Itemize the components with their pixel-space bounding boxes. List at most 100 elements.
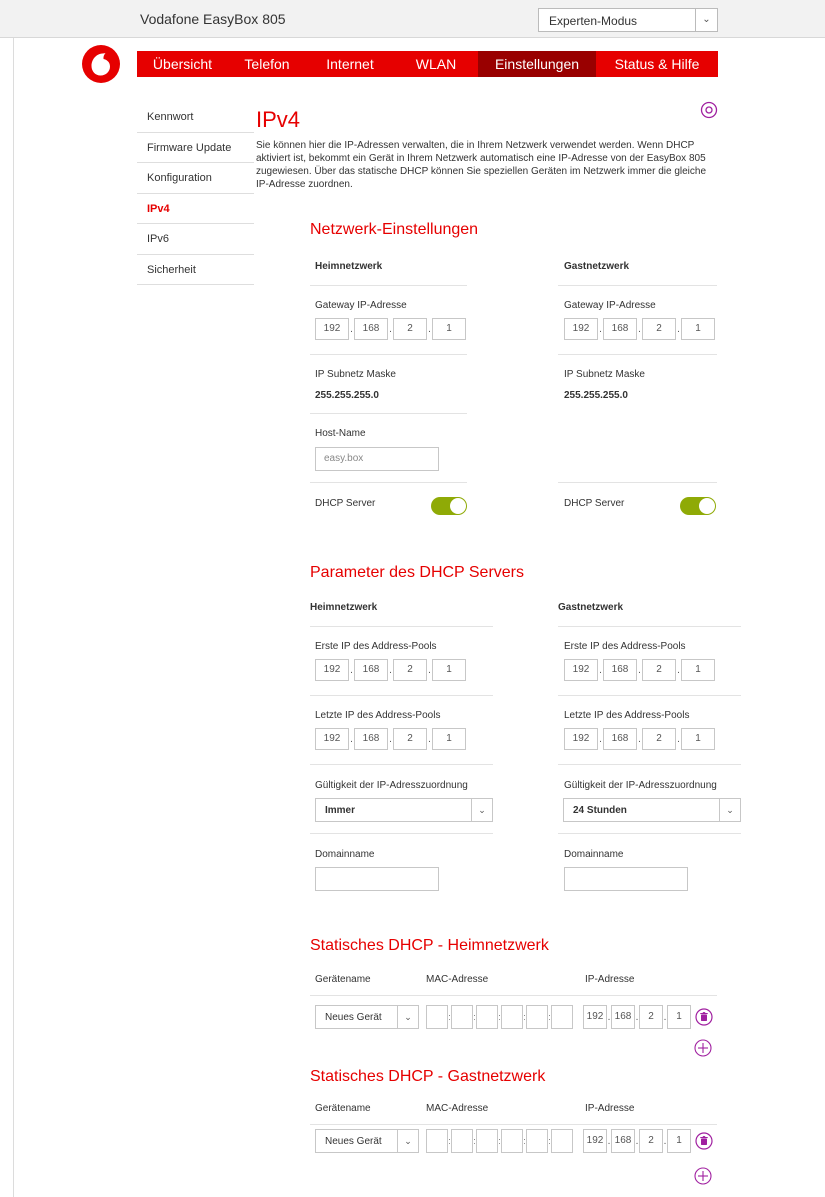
ip-octet-field[interactable]: 168 (611, 1129, 635, 1153)
ip-octet-field[interactable]: 2 (393, 728, 427, 750)
section-title-dhcp: Parameter des DHCP Servers (310, 564, 524, 581)
static-home-device-select[interactable]: Neues Gerät ⌄ (315, 1005, 419, 1029)
sidebar-item-sicherheit[interactable]: Sicherheit (137, 255, 254, 285)
ip-octet-field[interactable]: 1 (667, 1129, 691, 1153)
ip-octet-field[interactable]: 192 (315, 728, 349, 750)
home-subnet-value: 255.255.255.0 (315, 390, 379, 401)
divider (558, 354, 717, 355)
ip-octet-field[interactable]: 2 (639, 1129, 663, 1153)
col-device-name: Gerätename (315, 1103, 371, 1114)
col-ip: IP-Adresse (585, 1103, 635, 1114)
mac-segment-field[interactable] (451, 1005, 473, 1029)
ip-octet-field[interactable]: 168 (354, 659, 388, 681)
ip-octet-field[interactable]: 168 (603, 659, 637, 681)
mac-segment-field[interactable] (501, 1005, 523, 1029)
home-domain-label: Domainname (315, 849, 375, 860)
divider (558, 285, 717, 286)
ip-octet-field[interactable]: 168 (354, 728, 388, 750)
add-icon[interactable] (694, 1167, 712, 1185)
guest-last-ip: 192. 168. 2. 1 (564, 728, 715, 750)
ip-octet-field[interactable]: 1 (681, 318, 715, 340)
ip-octet-field[interactable]: 1 (432, 728, 466, 750)
ip-octet-field[interactable]: 2 (639, 1005, 663, 1029)
sidebar-item-kennwort[interactable]: Kennwort (137, 102, 254, 133)
ip-octet-field[interactable]: 1 (667, 1005, 691, 1029)
divider (558, 482, 717, 483)
nav-telefon[interactable]: Telefon (228, 51, 306, 77)
guest-subnet-value: 255.255.255.0 (564, 390, 628, 401)
sidebar-item-ipv6[interactable]: IPv6 (137, 224, 254, 255)
col-device-name: Gerätename (315, 974, 371, 985)
ip-octet-field[interactable]: 1 (432, 318, 466, 340)
guest-heading: Gastnetzwerk (564, 261, 630, 272)
ip-octet-field[interactable]: 168 (603, 728, 637, 750)
mac-segment-field[interactable] (526, 1005, 548, 1029)
guest-dhcp-toggle[interactable] (680, 497, 716, 515)
help-icon[interactable] (700, 101, 718, 119)
home-dhcp-label: DHCP Server (315, 498, 376, 509)
nav-uebersicht[interactable]: Übersicht (137, 51, 228, 77)
trash-icon[interactable] (695, 1132, 713, 1150)
ip-octet-field[interactable]: 2 (642, 728, 676, 750)
col-mac: MAC-Adresse (426, 974, 489, 985)
trash-icon[interactable] (695, 1008, 713, 1026)
col-mac: MAC-Adresse (426, 1103, 489, 1114)
nav-einstellungen[interactable]: Einstellungen (478, 51, 596, 77)
home-lease-select[interactable]: Immer ⌄ (315, 798, 493, 822)
static-guest-device-select[interactable]: Neues Gerät ⌄ (315, 1129, 419, 1153)
nav-wlan[interactable]: WLAN (394, 51, 478, 77)
main-nav: Übersicht Telefon Internet WLAN Einstell… (137, 51, 718, 77)
nav-status-hilfe[interactable]: Status & Hilfe (596, 51, 718, 77)
mac-segment-field[interactable] (426, 1129, 448, 1153)
ip-octet-field[interactable]: 1 (432, 659, 466, 681)
ip-octet-field[interactable]: 2 (642, 318, 676, 340)
ip-octet-field[interactable]: 192 (564, 728, 598, 750)
divider (558, 626, 741, 627)
mac-segment-field[interactable] (551, 1129, 573, 1153)
chevron-down-icon: ⌄ (397, 1006, 418, 1028)
mac-segment-field[interactable] (526, 1129, 548, 1153)
mac-segment-field[interactable] (551, 1005, 573, 1029)
guest-first-ip: 192. 168. 2. 1 (564, 659, 715, 681)
nav-internet[interactable]: Internet (306, 51, 394, 77)
sidebar-item-firmware-update[interactable]: Firmware Update (137, 133, 254, 163)
chevron-down-icon: ⌄ (471, 799, 492, 821)
divider (310, 626, 493, 627)
static-home-device-value: Neues Gerät (325, 1012, 382, 1023)
ip-octet-field[interactable]: 192 (315, 659, 349, 681)
ip-octet-field[interactable]: 1 (681, 728, 715, 750)
sidebar-item-ipv4[interactable]: IPv4 (137, 194, 254, 224)
ip-octet-field[interactable]: 192 (583, 1129, 607, 1153)
home-domain-input[interactable] (315, 867, 439, 891)
guest-lease-select[interactable]: 24 Stunden ⌄ (563, 798, 741, 822)
guest-domain-input[interactable] (564, 867, 688, 891)
ip-octet-field[interactable]: 168 (603, 318, 637, 340)
mode-select[interactable]: Experten-Modus ⌄ (538, 8, 718, 32)
chevron-down-icon: ⌄ (397, 1130, 418, 1152)
sidebar-item-konfiguration[interactable]: Konfiguration (137, 163, 254, 194)
ip-octet-field[interactable]: 2 (393, 318, 427, 340)
divider (310, 995, 717, 996)
ip-octet-field[interactable]: 168 (354, 318, 388, 340)
ip-octet-field[interactable]: 192 (583, 1005, 607, 1029)
ip-octet-field[interactable]: 2 (393, 659, 427, 681)
home-first-ip: 192. 168. 2. 1 (315, 659, 466, 681)
guest-subnet-label: IP Subnetz Maske (564, 369, 645, 380)
host-name-input[interactable]: easy.box (315, 447, 439, 471)
ip-octet-field[interactable]: 192 (564, 318, 598, 340)
ip-octet-field[interactable]: 1 (681, 659, 715, 681)
home-dhcp-toggle[interactable] (431, 497, 467, 515)
page-title: IPv4 (256, 107, 301, 132)
ip-octet-field[interactable]: 192 (315, 318, 349, 340)
mac-segment-field[interactable] (476, 1129, 498, 1153)
mac-segment-field[interactable] (451, 1129, 473, 1153)
mac-segment-field[interactable] (426, 1005, 448, 1029)
add-icon[interactable] (694, 1039, 712, 1057)
ip-octet-field[interactable]: 2 (642, 659, 676, 681)
divider (310, 764, 493, 765)
ip-octet-field[interactable]: 168 (611, 1005, 635, 1029)
guest-first-ip-label: Erste IP des Address-Pools (564, 641, 686, 652)
mac-segment-field[interactable] (476, 1005, 498, 1029)
mac-segment-field[interactable] (501, 1129, 523, 1153)
ip-octet-field[interactable]: 192 (564, 659, 598, 681)
